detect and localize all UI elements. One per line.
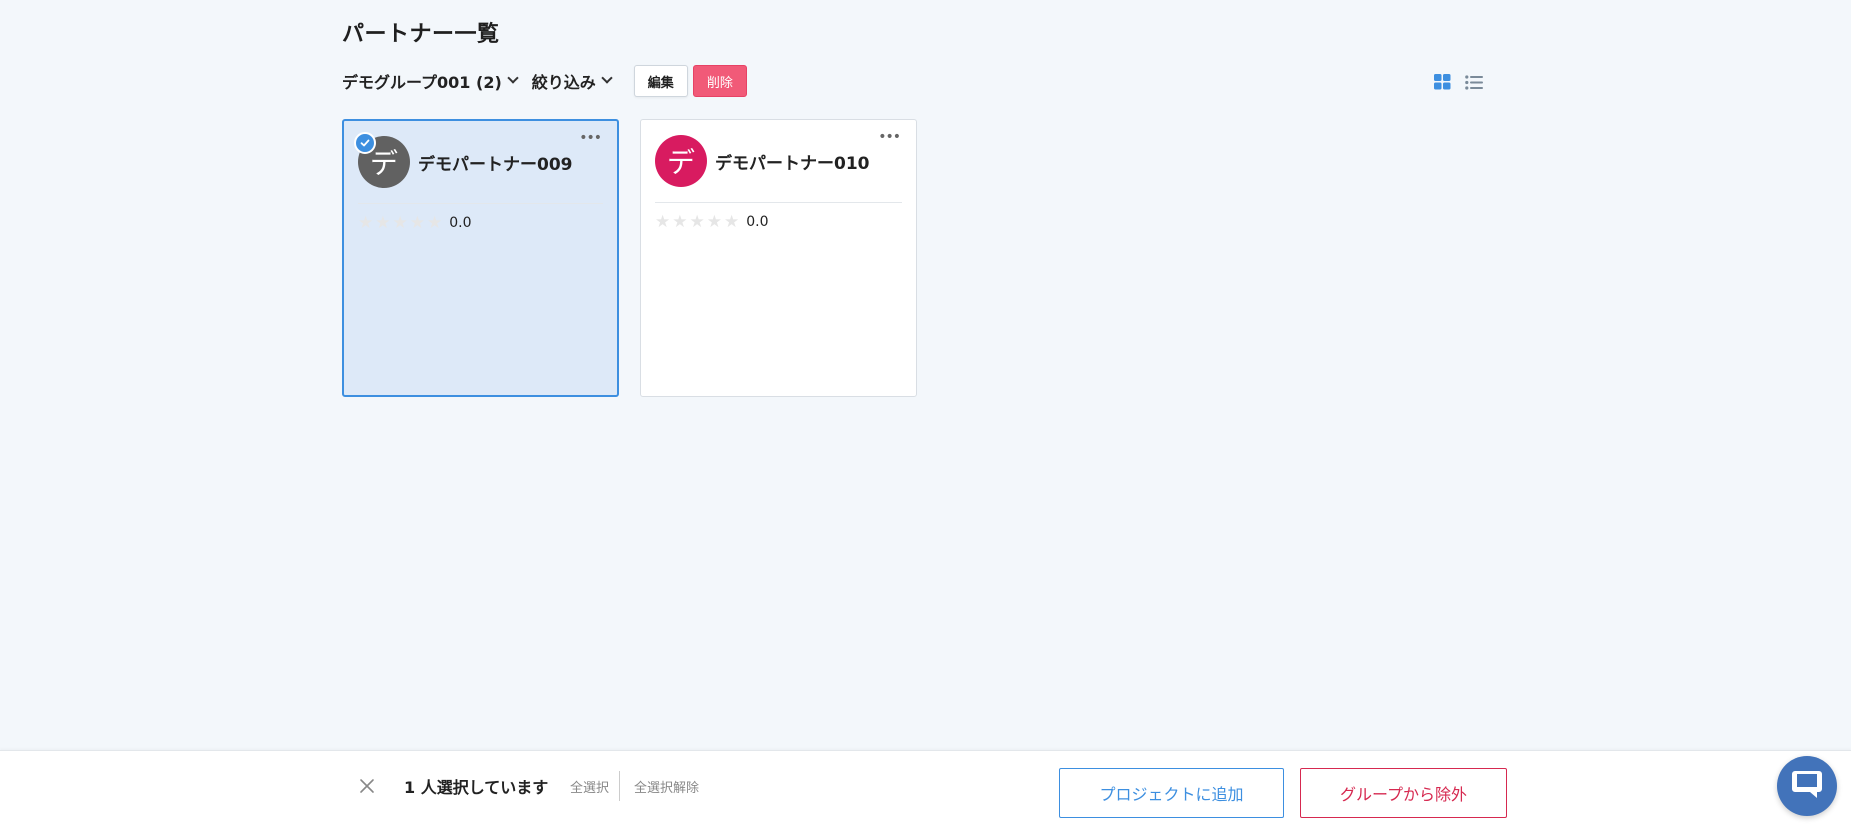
partner-card-header: デ デモパートナー009 — [358, 136, 603, 204]
star-icon: ★ — [689, 212, 705, 232]
check-icon[interactable] — [354, 132, 376, 154]
page-title: パートナー一覧 — [342, 22, 500, 47]
group-dropdown[interactable]: デモグループ001 (2) — [342, 69, 518, 93]
group-dropdown-label: デモグループ001 (2) — [342, 73, 502, 92]
star-icon: ★ — [724, 212, 740, 232]
chevron-down-icon — [508, 74, 518, 84]
partner-card[interactable]: ••• デ デモパートナー010 ★ ★ ★ ★ ★ 0.0 — [640, 119, 917, 397]
delete-button[interactable]: 削除 — [692, 65, 747, 97]
grid-view-icon[interactable] — [1434, 74, 1451, 94]
partner-name: デモパートナー010 — [715, 153, 870, 174]
partner-name: デモパートナー009 — [418, 154, 573, 175]
view-toggles — [1434, 74, 1483, 94]
select-all-link[interactable]: 全選択 — [570, 777, 609, 796]
filter-dropdown[interactable]: 絞り込み — [532, 69, 612, 93]
partner-card[interactable]: ••• デ デモパートナー009 ★ ★ ★ ★ ★ 0.0 — [342, 119, 619, 397]
selection-bar: 1 人選択しています 全選択 全選択解除 プロジェクトに追加 グループから除外 — [0, 750, 1851, 832]
add-to-project-button[interactable]: プロジェクトに追加 — [1059, 768, 1284, 818]
chevron-down-icon — [602, 74, 612, 84]
star-icon: ★ — [655, 212, 671, 232]
star-icon: ★ — [375, 213, 391, 233]
star-icon: ★ — [427, 213, 443, 233]
chat-icon — [1790, 768, 1824, 804]
edit-button[interactable]: 編集 — [633, 65, 688, 97]
partner-card-grid: ••• デ デモパートナー009 ★ ★ ★ ★ ★ 0.0 ••• デ デモパ… — [342, 119, 917, 397]
filter-dropdown-label: 絞り込み — [531, 73, 596, 92]
rating: ★ ★ ★ ★ ★ 0.0 — [358, 213, 472, 233]
toolbar: デモグループ001 (2) 絞り込み 編集 削除 — [342, 64, 747, 98]
star-icon: ★ — [392, 213, 408, 233]
list-view-icon[interactable] — [1465, 74, 1483, 94]
deselect-all-link[interactable]: 全選択解除 — [634, 777, 699, 796]
rating: ★ ★ ★ ★ ★ 0.0 — [655, 212, 769, 232]
chat-button[interactable] — [1777, 756, 1837, 816]
rating-score: 0.0 — [746, 214, 769, 230]
avatar: デ — [655, 135, 707, 187]
close-icon[interactable] — [358, 777, 376, 795]
rating-score: 0.0 — [449, 215, 472, 231]
star-icon: ★ — [409, 213, 425, 233]
star-icon: ★ — [706, 212, 722, 232]
partner-card-header: デ デモパートナー010 — [655, 135, 902, 203]
star-icon: ★ — [672, 212, 688, 232]
page: パートナー一覧 デモグループ001 (2) 絞り込み 編集 削除 ••• デ デ… — [0, 0, 1851, 832]
selected-count: 1 人選択しています — [404, 778, 549, 797]
divider — [619, 771, 620, 801]
remove-from-group-button[interactable]: グループから除外 — [1300, 768, 1507, 818]
star-icon: ★ — [358, 213, 374, 233]
